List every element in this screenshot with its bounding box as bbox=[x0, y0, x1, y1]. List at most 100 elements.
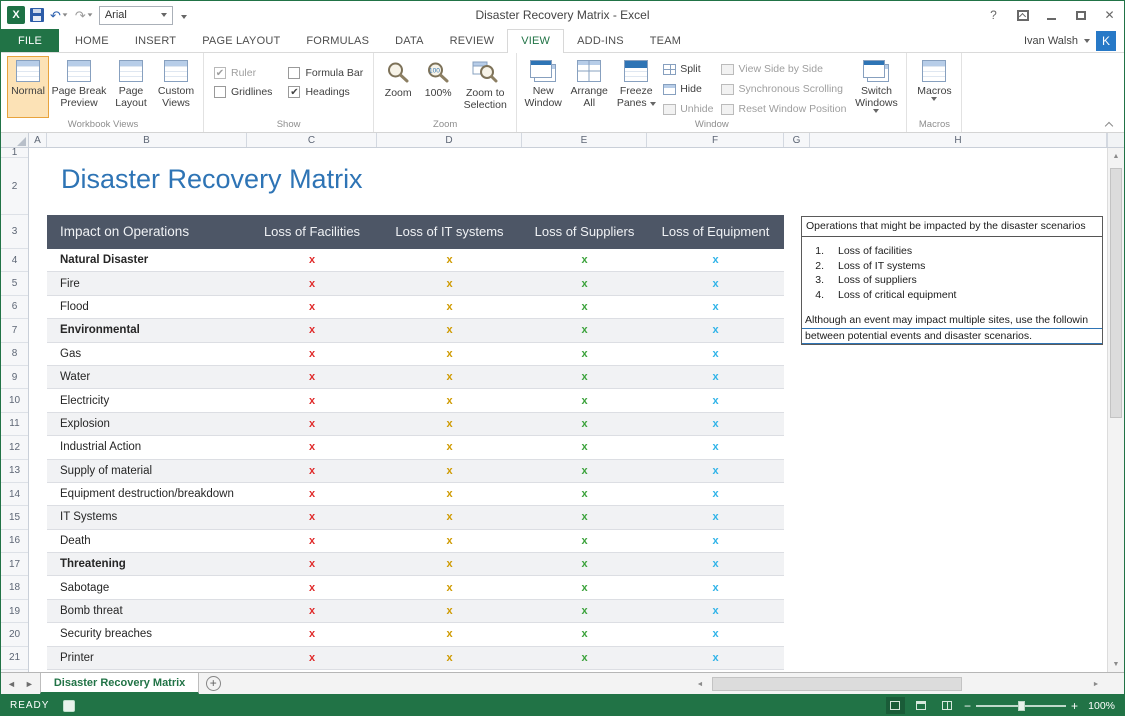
checkbox-gridlines[interactable]: Gridlines bbox=[208, 82, 278, 101]
row-header-20[interactable]: 20 bbox=[1, 623, 28, 647]
redo-button[interactable]: ↷ bbox=[74, 9, 94, 22]
tab-review[interactable]: REVIEW bbox=[437, 29, 508, 52]
tab-formulas[interactable]: FORMULAS bbox=[293, 29, 382, 52]
row-header-1[interactable]: 1 bbox=[1, 147, 28, 158]
column-header-F[interactable]: F bbox=[647, 133, 784, 147]
normal-view-button[interactable]: Normal bbox=[7, 56, 49, 118]
vertical-scroll-track[interactable] bbox=[1108, 164, 1124, 656]
tab-view[interactable]: VIEW bbox=[507, 29, 565, 53]
zoom-100-button[interactable]: 100 100% bbox=[418, 56, 458, 118]
synchronous-scrolling-button[interactable]: Synchronous Scrolling bbox=[721, 80, 846, 98]
new-sheet-button[interactable]: + bbox=[199, 673, 227, 694]
row-header-10[interactable]: 10 bbox=[1, 389, 28, 413]
row-header-16[interactable]: 16 bbox=[1, 530, 28, 554]
undo-button[interactable]: ↶ bbox=[49, 9, 69, 22]
row-header-6[interactable]: 6 bbox=[1, 296, 28, 320]
qat-customize-button[interactable] bbox=[178, 6, 190, 24]
font-name-combobox[interactable]: Arial bbox=[98, 5, 173, 25]
column-header-H[interactable]: H bbox=[810, 133, 1107, 147]
zoom-slider-thumb[interactable] bbox=[1017, 700, 1025, 711]
row-header-12[interactable]: 12 bbox=[1, 436, 28, 460]
horizontal-scroll-track[interactable] bbox=[708, 676, 1088, 692]
zoom-in-button[interactable]: + bbox=[1071, 700, 1078, 712]
horizontal-scrollbar[interactable]: ◄ ► bbox=[692, 676, 1104, 692]
checkbox-headings[interactable]: ✔ Headings bbox=[282, 82, 369, 101]
unhide-button[interactable]: Unhide bbox=[663, 100, 713, 118]
page-layout-view-button[interactable]: Page Layout bbox=[109, 56, 153, 118]
vertical-scrollbar[interactable]: ▲ ▼ bbox=[1107, 148, 1124, 672]
sheet-cells[interactable]: Disaster Recovery Matrix Impact on Opera… bbox=[29, 148, 1107, 672]
row-header-4[interactable]: 4 bbox=[1, 249, 28, 273]
checkbox-ruler[interactable]: ✔ Ruler bbox=[208, 63, 278, 82]
row-header-9[interactable]: 9 bbox=[1, 366, 28, 390]
zoom-to-selection-button[interactable]: Zoom to Selection bbox=[458, 56, 512, 118]
excel-app-icon[interactable]: X bbox=[7, 6, 25, 24]
checkbox-formula-bar[interactable]: Formula Bar bbox=[282, 63, 369, 82]
ribbon-display-options-button[interactable] bbox=[1008, 2, 1037, 28]
status-page-break-button[interactable] bbox=[938, 697, 957, 714]
zoom-percentage[interactable]: 100% bbox=[1083, 700, 1115, 712]
previous-sheet-button[interactable]: ◄ bbox=[7, 679, 16, 689]
row-header-7[interactable]: 7 bbox=[1, 319, 28, 343]
save-button[interactable] bbox=[30, 8, 44, 22]
macros-button[interactable]: Macros bbox=[911, 56, 957, 118]
tab-page-layout[interactable]: PAGE LAYOUT bbox=[189, 29, 293, 52]
zoom-out-button[interactable]: − bbox=[964, 700, 971, 712]
column-header-B[interactable]: B bbox=[47, 133, 247, 147]
row-header-21[interactable]: 21 bbox=[1, 647, 28, 671]
tab-file[interactable]: FILE bbox=[1, 29, 60, 52]
collapse-ribbon-button[interactable] bbox=[1104, 120, 1114, 129]
zoom-slider[interactable] bbox=[975, 699, 1066, 713]
sheet-tab-active[interactable]: Disaster Recovery Matrix bbox=[39, 673, 200, 694]
row-header-13[interactable]: 13 bbox=[1, 460, 28, 483]
maximize-button[interactable] bbox=[1066, 2, 1095, 28]
scroll-down-button[interactable]: ▼ bbox=[1108, 656, 1124, 672]
row-header-5[interactable]: 5 bbox=[1, 272, 28, 296]
tab-team[interactable]: TEAM bbox=[637, 29, 694, 52]
tab-insert[interactable]: INSERT bbox=[122, 29, 189, 52]
row-header-8[interactable]: 8 bbox=[1, 343, 28, 366]
row-header-2[interactable]: 2 bbox=[1, 158, 28, 215]
row-header-19[interactable]: 19 bbox=[1, 600, 28, 624]
row-header-15[interactable]: 15 bbox=[1, 506, 28, 530]
scroll-up-button[interactable]: ▲ bbox=[1108, 148, 1124, 164]
tab-data[interactable]: DATA bbox=[382, 29, 437, 52]
vertical-scroll-thumb[interactable] bbox=[1110, 168, 1122, 418]
column-header-G[interactable]: G bbox=[784, 133, 810, 147]
tab-add-ins[interactable]: ADD-INS bbox=[564, 29, 637, 52]
arrange-all-button[interactable]: Arrange All bbox=[565, 56, 613, 118]
column-header-C[interactable]: C bbox=[247, 133, 377, 147]
help-button[interactable]: ? bbox=[979, 2, 1008, 28]
user-avatar[interactable]: K bbox=[1096, 30, 1116, 51]
horizontal-scroll-thumb[interactable] bbox=[712, 677, 962, 691]
row-header-18[interactable]: 18 bbox=[1, 576, 28, 600]
minimize-button[interactable] bbox=[1037, 2, 1066, 28]
switch-windows-button[interactable]: Switch Windows bbox=[850, 56, 902, 118]
tab-home[interactable]: HOME bbox=[62, 29, 122, 52]
reset-window-position-button[interactable]: Reset Window Position bbox=[721, 100, 846, 118]
zoom-button[interactable]: Zoom bbox=[378, 56, 418, 118]
new-window-button[interactable]: New Window bbox=[521, 56, 565, 118]
column-header-A[interactable]: A bbox=[29, 133, 47, 147]
row-header-14[interactable]: 14 bbox=[1, 483, 28, 507]
custom-views-button[interactable]: Custom Views bbox=[153, 56, 199, 118]
split-button[interactable]: Split bbox=[663, 60, 713, 78]
scroll-right-button[interactable]: ► bbox=[1088, 676, 1104, 692]
column-header-E[interactable]: E bbox=[522, 133, 647, 147]
status-normal-view-button[interactable] bbox=[885, 697, 905, 714]
scroll-left-button[interactable]: ◄ bbox=[692, 676, 708, 692]
view-side-by-side-button[interactable]: View Side by Side bbox=[721, 60, 846, 78]
freeze-panes-button[interactable]: Freeze Panes bbox=[613, 56, 659, 118]
status-page-layout-button[interactable] bbox=[912, 697, 931, 714]
row-header-11[interactable]: 11 bbox=[1, 413, 28, 437]
row-header-3[interactable]: 3 bbox=[1, 215, 28, 249]
hide-button[interactable]: Hide bbox=[663, 80, 713, 98]
macro-record-icon[interactable] bbox=[63, 699, 76, 712]
close-button[interactable]: ✕ bbox=[1095, 2, 1124, 28]
account-name[interactable]: Ivan Walsh bbox=[1024, 35, 1078, 47]
next-sheet-button[interactable]: ► bbox=[25, 679, 34, 689]
row-header-17[interactable]: 17 bbox=[1, 553, 28, 577]
select-all-corner[interactable] bbox=[1, 133, 29, 147]
page-break-preview-button[interactable]: Page Break Preview bbox=[49, 56, 109, 118]
column-header-D[interactable]: D bbox=[377, 133, 522, 147]
